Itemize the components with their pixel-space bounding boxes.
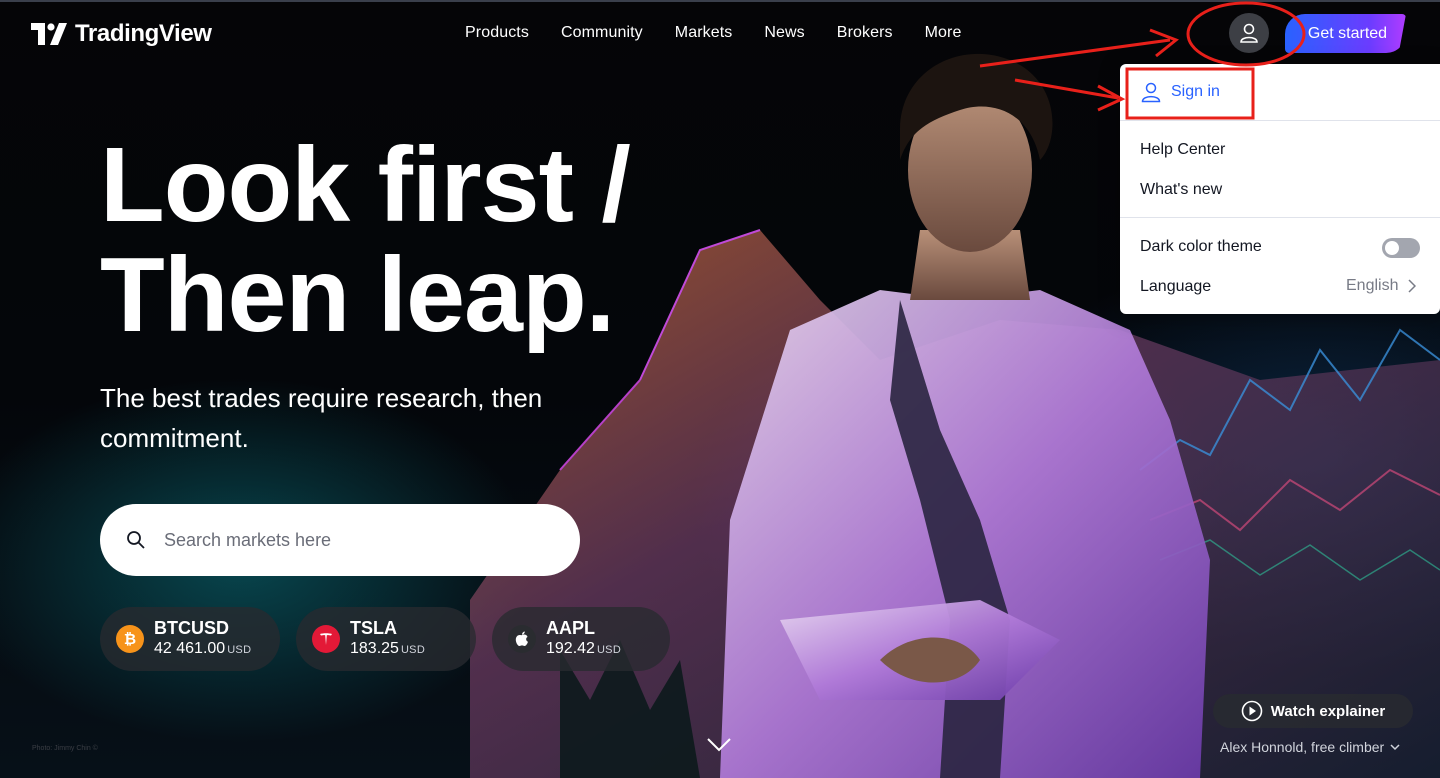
chevron-right-icon — [1408, 279, 1417, 293]
user-icon — [1141, 82, 1161, 103]
user-icon — [1240, 23, 1258, 43]
hero-subtitle: The best trades require research, then c… — [100, 383, 543, 453]
chevron-down-icon — [707, 738, 731, 752]
ticker-card-aapl[interactable]: AAPL 192.42 USD — [492, 607, 670, 671]
apple-icon — [508, 625, 536, 653]
scroll-down-button[interactable] — [706, 737, 732, 758]
nav-brokers[interactable]: Brokers — [837, 24, 893, 42]
ticker-list: ₿ BTCUSD 42 461.00 USD TSLA 183.25 USD AAP… — [100, 607, 670, 671]
sign-in-item[interactable]: Sign in — [1140, 81, 1220, 103]
ticker-currency: USD — [400, 643, 426, 656]
bitcoin-icon: ₿ — [116, 625, 144, 653]
ticker-symbol: AAPL — [546, 617, 595, 638]
search-icon — [127, 531, 145, 549]
hero-headline: Look first / Then leap. — [100, 130, 800, 350]
nav-markets[interactable]: Markets — [675, 24, 733, 42]
get-started-button[interactable]: Get started — [1285, 14, 1406, 53]
play-icon — [1241, 700, 1263, 722]
nav-more[interactable]: More — [925, 24, 962, 42]
language-selector[interactable]: English — [1346, 277, 1417, 295]
dark-theme-label: Dark color theme — [1140, 238, 1262, 255]
chevron-down-icon — [1390, 743, 1400, 750]
caption-text: Alex Honnold, free climber — [1220, 739, 1385, 755]
nav-community[interactable]: Community — [561, 24, 643, 42]
dark-theme-toggle[interactable] — [1382, 238, 1420, 258]
tradingview-logo-icon — [31, 23, 67, 45]
headline-line-2: Then leap. — [100, 236, 615, 354]
search-input[interactable] — [164, 529, 524, 551]
tesla-icon — [312, 625, 340, 653]
watch-explainer-label: Watch explainer — [1270, 702, 1386, 720]
ticker-price: 42 461.00 — [154, 639, 226, 657]
nav-products[interactable]: Products — [465, 24, 529, 42]
help-center-item[interactable]: Help Center — [1140, 141, 1225, 159]
menu-divider — [1120, 120, 1440, 121]
ticker-symbol: TSLA — [350, 617, 397, 638]
logo[interactable]: TradingView — [31, 20, 212, 48]
ticker-symbol: BTCUSD — [154, 617, 229, 638]
brand-name: TradingView — [75, 20, 212, 47]
market-search[interactable] — [100, 504, 580, 576]
language-value: English — [1346, 277, 1399, 294]
user-dropdown-menu: Sign in Help Center What's new Dark colo… — [1120, 64, 1440, 314]
user-menu-button[interactable] — [1229, 13, 1269, 53]
photo-caption[interactable]: Alex Honnold, free climber — [1220, 739, 1400, 755]
site-header: TradingView Products Community Markets N… — [0, 0, 1440, 68]
main-nav: Products Community Markets News Brokers … — [465, 24, 961, 42]
ticker-currency: USD — [227, 643, 252, 656]
headline-line-1: Look first / — [100, 126, 631, 244]
sign-in-label: Sign in — [1171, 83, 1220, 100]
ticker-price: 192.42 — [546, 639, 595, 657]
ticker-currency: USD — [596, 643, 622, 656]
ticker-price: 183.25 — [350, 639, 399, 657]
photo-credit: Photo: Jimmy Chin © — [32, 745, 98, 752]
nav-news[interactable]: News — [764, 24, 804, 42]
language-label[interactable]: Language — [1140, 278, 1211, 296]
ticker-card-tsla[interactable]: TSLA 183.25 USD — [296, 607, 476, 671]
watch-explainer-button[interactable]: Watch explainer — [1213, 694, 1413, 728]
ticker-card-btcusd[interactable]: ₿ BTCUSD 42 461.00 USD — [100, 607, 280, 671]
menu-divider — [1120, 217, 1440, 218]
whats-new-item[interactable]: What's new — [1140, 181, 1222, 199]
